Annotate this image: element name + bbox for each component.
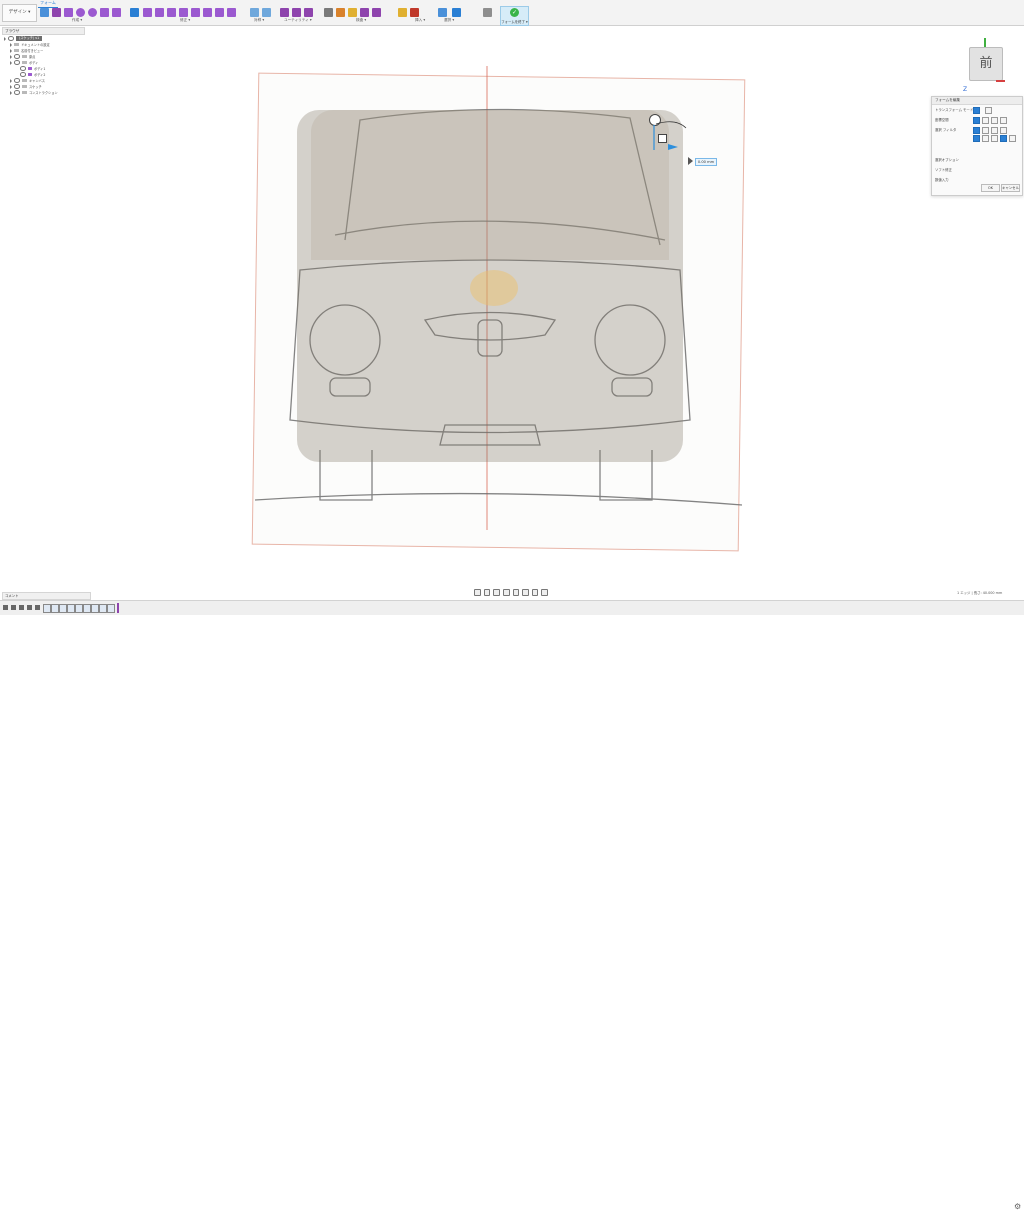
- step-back-icon[interactable]: [11, 605, 16, 610]
- manipulator-arc: [653, 121, 687, 150]
- edit-form-panel: フォームを編集 トランスフォーム モード 座標空間 選択 フィルタ 選択オプショ…: [931, 96, 1023, 196]
- dimension-input[interactable]: 0.00 mm: [695, 158, 717, 166]
- label-selection-filter: 選択 フィルタ: [935, 128, 957, 132]
- input-arrow-icon: [688, 157, 693, 165]
- view-cube[interactable]: 前: [969, 47, 1003, 81]
- play-icon[interactable]: [19, 605, 24, 610]
- go-to-end-icon[interactable]: [35, 605, 40, 610]
- viewports-icon[interactable]: [541, 588, 548, 596]
- zoom-icon[interactable]: [502, 588, 510, 596]
- pan-icon[interactable]: [493, 588, 500, 596]
- filter-loop-icon[interactable]: [991, 135, 998, 142]
- comments-panel[interactable]: コメント: [2, 592, 91, 600]
- timeline-feature-icon[interactable]: [67, 604, 75, 613]
- step-forward-icon[interactable]: [27, 605, 32, 610]
- timeline-feature-icon[interactable]: [107, 604, 115, 613]
- edge-filter-icon[interactable]: [982, 127, 989, 134]
- world-space-icon[interactable]: [973, 117, 980, 124]
- label-coordinate-space: 座標空間: [935, 118, 949, 122]
- fit-icon[interactable]: [512, 588, 520, 596]
- timeline-feature-icon[interactable]: [43, 604, 51, 613]
- soft-modification-toggle[interactable]: ソフト修正: [935, 167, 952, 172]
- selection-options-toggle[interactable]: 選択オプション: [935, 157, 959, 162]
- timeline-feature-icon[interactable]: [51, 604, 59, 613]
- go-to-start-icon[interactable]: [3, 605, 8, 610]
- local-space-icon[interactable]: [991, 117, 998, 124]
- timeline-feature-icon[interactable]: [59, 604, 67, 613]
- timeline-feature-icon[interactable]: [83, 604, 91, 613]
- transform-move-icon[interactable]: [985, 107, 992, 114]
- label-transform-mode: トランスフォーム モード: [935, 108, 974, 112]
- status-text: 1 エッジ | 長さ: 40.000 mm: [957, 591, 1003, 595]
- y-axis-icon: [984, 38, 986, 47]
- navigation-bar: [474, 588, 548, 596]
- face-filter-icon[interactable]: [991, 127, 998, 134]
- filter-all-icon[interactable]: [973, 135, 980, 142]
- transform-multi-icon[interactable]: [973, 107, 980, 114]
- timeline-feature-icon[interactable]: [91, 604, 99, 613]
- timeline-feature-icon[interactable]: [99, 604, 107, 613]
- display-settings-icon[interactable]: [522, 588, 529, 596]
- view-space-icon[interactable]: [982, 117, 989, 124]
- x-axis-icon: [996, 80, 1005, 82]
- ok-button[interactable]: OK: [981, 184, 1000, 192]
- orbit-icon[interactable]: [474, 588, 481, 596]
- per-face-icon[interactable]: [1000, 117, 1007, 124]
- cancel-button[interactable]: キャンセル: [1001, 184, 1020, 192]
- numeric-input-toggle[interactable]: 数値入力: [935, 177, 949, 182]
- look-at-icon[interactable]: [483, 588, 491, 596]
- z-axis-label: Z: [963, 86, 968, 93]
- timeline: ⚙: [0, 600, 1024, 1211]
- filter-object-icon[interactable]: [982, 135, 989, 142]
- filter-ring-icon[interactable]: [1000, 135, 1007, 142]
- grid-icon[interactable]: [531, 588, 539, 596]
- gear-icon[interactable]: ⚙: [1014, 1202, 1021, 1211]
- vertex-filter-icon[interactable]: [973, 127, 980, 134]
- body-filter-icon[interactable]: [1000, 127, 1007, 134]
- panel-title: フォームを編集: [932, 97, 1022, 105]
- timeline-marker[interactable]: [117, 603, 119, 613]
- filter-grow-icon[interactable]: [1009, 135, 1016, 142]
- timeline-feature-icon[interactable]: [75, 604, 83, 613]
